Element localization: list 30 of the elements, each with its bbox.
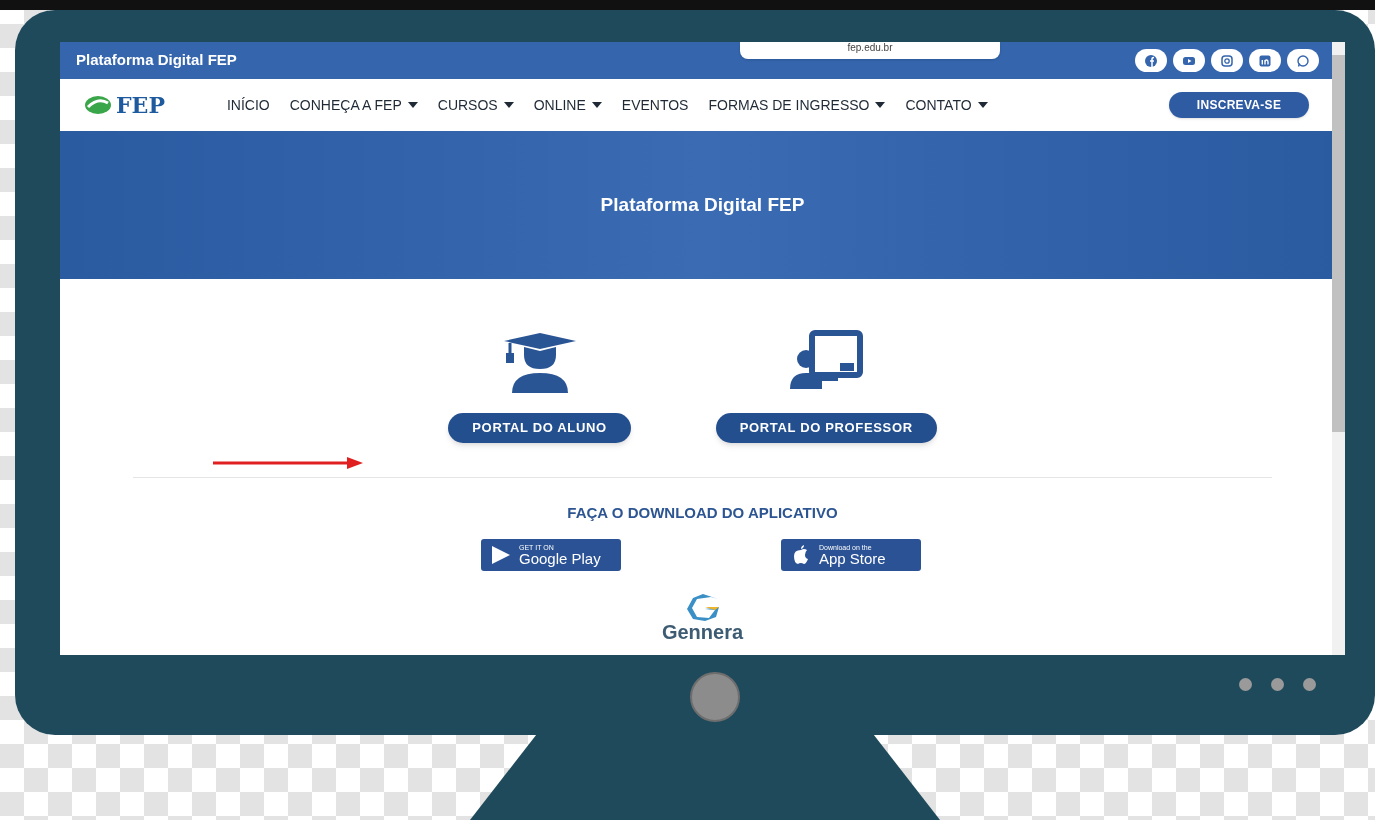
play-icon (491, 543, 511, 566)
badge-title: Google Play (519, 550, 601, 566)
social-link[interactable] (1173, 49, 1205, 72)
social-link[interactable] (1135, 49, 1167, 72)
portal-button[interactable]: PORTAL DO PROFESSOR (715, 413, 937, 443)
nav-link[interactable]: CONTATO (905, 94, 988, 116)
gennera-logo-text: Gennera (661, 620, 744, 643)
download-heading: FAÇA O DOWNLOAD DO APLICATIVO (567, 503, 838, 523)
social-link[interactable] (1249, 49, 1281, 72)
apple-icon (791, 543, 811, 566)
nav-link[interactable]: CONHEÇA A FEP (289, 94, 418, 116)
nav-link[interactable]: ONLINE (533, 94, 602, 116)
social-link[interactable] (1287, 49, 1319, 72)
site-title: Plataforma Digital FEP (76, 50, 237, 71)
logo-icon (84, 95, 112, 115)
nav-link[interactable]: CURSOS (437, 94, 514, 116)
facebook-icon (1144, 53, 1158, 68)
nav-link[interactable]: EVENTOS (621, 94, 689, 116)
linkedin-icon (1258, 53, 1272, 68)
logo-text: FEP (116, 90, 165, 120)
url-text: fep.edu.br (847, 42, 893, 53)
badge-title: App Store (819, 550, 886, 566)
signup-button[interactable]: INSCREVA-SE (1169, 92, 1309, 118)
nav-link[interactable]: FORMAS DE INGRESSO (708, 94, 886, 116)
social-link[interactable] (1211, 49, 1243, 72)
portal-button[interactable]: PORTAL DO ALUNO (448, 413, 631, 443)
gennera-logo-icon (684, 592, 721, 621)
instagram-icon (1220, 53, 1234, 68)
nav-link[interactable]: INÍCIO (226, 94, 270, 116)
hero-title: Plataforma Digital FEP (600, 192, 805, 217)
